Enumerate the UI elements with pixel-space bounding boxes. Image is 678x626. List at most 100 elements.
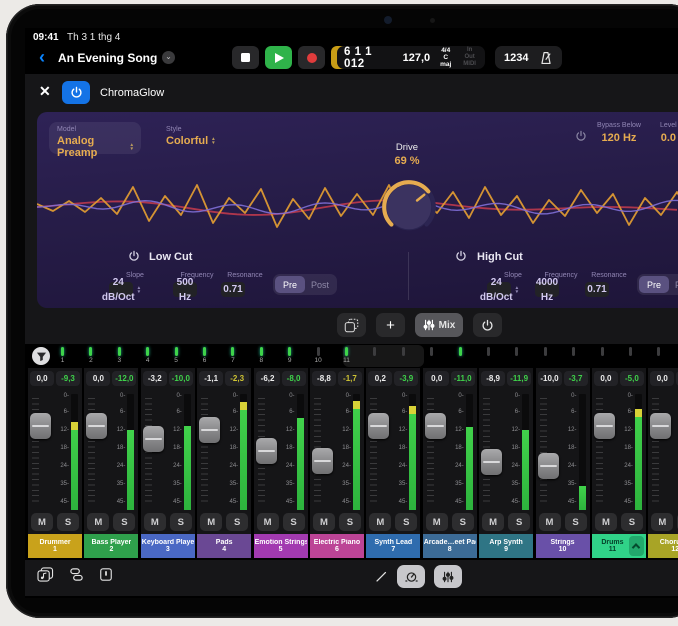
- filter-button[interactable]: [32, 347, 50, 365]
- browser-button[interactable]: [69, 567, 84, 582]
- channel-volume-value[interactable]: 0,0: [594, 371, 618, 386]
- track-name-tab[interactable]: Keyboard Player 3: [141, 534, 195, 558]
- low-cut-power-button[interactable]: [128, 250, 140, 262]
- overview-track-tick[interactable]: [203, 347, 206, 356]
- overview-track-tick[interactable]: [459, 347, 462, 356]
- duplicate-button[interactable]: [337, 313, 366, 337]
- overview-track-tick[interactable]: [402, 347, 405, 356]
- solo-button[interactable]: S: [57, 513, 79, 531]
- high-cut-frequency[interactable]: Frequency 4000 Hz: [535, 272, 587, 297]
- drive-knob[interactable]: [377, 176, 441, 238]
- mute-button[interactable]: M: [31, 513, 53, 531]
- overview-track-tick[interactable]: [601, 347, 604, 356]
- model-selector[interactable]: Model Analog Preamp ▴▾: [49, 122, 141, 154]
- mixer-view-button[interactable]: [434, 565, 462, 588]
- channel-volume-value[interactable]: 0,2: [368, 371, 392, 386]
- fader-cap[interactable]: [368, 413, 389, 439]
- overview-track-tick[interactable]: [544, 347, 547, 356]
- channel-volume-value[interactable]: -6,2: [256, 371, 280, 386]
- track-name-tab[interactable]: Pads 4: [197, 534, 251, 558]
- mix-view-button[interactable]: Mix: [415, 313, 463, 337]
- loop-browser-button[interactable]: [37, 567, 54, 582]
- solo-button[interactable]: S: [283, 513, 305, 531]
- channel-volume-value[interactable]: 0,0: [425, 371, 449, 386]
- level-control[interactable]: Level 0.0: [660, 122, 677, 144]
- low-cut-resonance[interactable]: Resonance 0.71: [221, 272, 269, 297]
- fader-cap[interactable]: [481, 449, 502, 475]
- overview-track-tick[interactable]: [345, 347, 348, 356]
- song-menu-chevron-icon[interactable]: ⌄: [162, 51, 175, 64]
- low-cut-slope[interactable]: Slope 24 dB/Oct ▴▾: [109, 272, 161, 297]
- channel-volume-value[interactable]: -10,0: [538, 371, 562, 386]
- track-name-tab[interactable]: Drummer 1: [28, 534, 82, 558]
- mute-button[interactable]: M: [369, 513, 391, 531]
- mute-button[interactable]: M: [595, 513, 617, 531]
- mute-button[interactable]: M: [144, 513, 166, 531]
- count-in-button[interactable]: 1234: [504, 52, 528, 64]
- mute-button[interactable]: M: [426, 513, 448, 531]
- song-title[interactable]: An Evening Song: [58, 51, 157, 65]
- edit-button[interactable]: [375, 570, 388, 583]
- play-button[interactable]: [265, 46, 292, 69]
- track-name-tab[interactable]: Drums 11: [592, 534, 646, 558]
- mixer-power-button[interactable]: [473, 313, 502, 337]
- mute-button[interactable]: M: [313, 513, 335, 531]
- pre-button[interactable]: Pre: [275, 276, 305, 293]
- fader-cap[interactable]: [594, 413, 615, 439]
- overview-track-tick[interactable]: [487, 347, 490, 356]
- plugin-power-button[interactable]: [62, 81, 90, 104]
- overview-track-tick[interactable]: [430, 347, 433, 356]
- channel-volume-value[interactable]: -8,9: [481, 371, 505, 386]
- overview-track-tick[interactable]: [118, 347, 121, 356]
- mute-button[interactable]: M: [539, 513, 561, 531]
- high-cut-power-button[interactable]: [455, 250, 467, 262]
- stop-button[interactable]: [232, 46, 259, 69]
- mute-button[interactable]: M: [257, 513, 279, 531]
- fader-cap[interactable]: [143, 426, 164, 452]
- overview-track-tick[interactable]: [61, 347, 64, 356]
- bypass-below-control[interactable]: Bypass Below 120 Hz: [597, 122, 641, 144]
- post-button[interactable]: Post: [669, 276, 678, 293]
- channel-volume-value[interactable]: 0,0: [650, 371, 674, 386]
- overview-track-tick[interactable]: [373, 347, 376, 356]
- back-button[interactable]: ‹: [39, 46, 45, 68]
- track-name-tab[interactable]: Bass Player 2: [84, 534, 138, 558]
- mute-button[interactable]: M: [200, 513, 222, 531]
- overview-track-tick[interactable]: [146, 347, 149, 356]
- track-name-tab[interactable]: Emotion Strings 5: [254, 534, 308, 558]
- fader-cap[interactable]: [256, 438, 277, 464]
- fader-cap[interactable]: [538, 453, 559, 479]
- solo-button[interactable]: S: [170, 513, 192, 531]
- solo-button[interactable]: S: [508, 513, 530, 531]
- overview-track-tick[interactable]: [629, 347, 632, 356]
- fader-cap[interactable]: [650, 413, 671, 439]
- play-surface-button[interactable]: [99, 567, 113, 582]
- solo-button[interactable]: S: [565, 513, 587, 531]
- controls-view-button[interactable]: [397, 565, 425, 588]
- pre-button[interactable]: Pre: [639, 276, 669, 293]
- high-cut-resonance[interactable]: Resonance 0.71: [585, 272, 633, 297]
- solo-button[interactable]: S: [395, 513, 417, 531]
- channel-volume-value[interactable]: 0,0: [30, 371, 54, 386]
- solo-button[interactable]: S: [113, 513, 135, 531]
- overview-track-tick[interactable]: [260, 347, 263, 356]
- track-name-tab[interactable]: Strings 10: [536, 534, 590, 558]
- overview-track-tick[interactable]: [175, 347, 178, 356]
- lcd-display[interactable]: 6 1 1 012 127,0 4/4 C maj In Out MIDI: [337, 46, 485, 69]
- low-cut-frequency[interactable]: Frequency 500 Hz: [173, 272, 221, 297]
- fader-cap[interactable]: [199, 417, 220, 443]
- fader-cap[interactable]: [312, 448, 333, 474]
- overview-track-tick[interactable]: [515, 347, 518, 356]
- style-selector[interactable]: Style Colorful ▴▾: [162, 122, 219, 151]
- metronome-icon[interactable]: [539, 51, 553, 65]
- track-name-tab[interactable]: Chorus V 12: [648, 534, 678, 558]
- overview-track-tick[interactable]: [89, 347, 92, 356]
- overview-track-tick[interactable]: [657, 347, 660, 356]
- overview-track-tick[interactable]: [288, 347, 291, 356]
- track-name-tab[interactable]: Synth Lead 7: [366, 534, 420, 558]
- add-track-button[interactable]: +: [376, 313, 405, 337]
- mute-button[interactable]: M: [87, 513, 109, 531]
- fader-cap[interactable]: [86, 413, 107, 439]
- track-name-tab[interactable]: Arp Synth 9: [479, 534, 533, 558]
- track-name-tab[interactable]: Electric Piano 6: [310, 534, 364, 558]
